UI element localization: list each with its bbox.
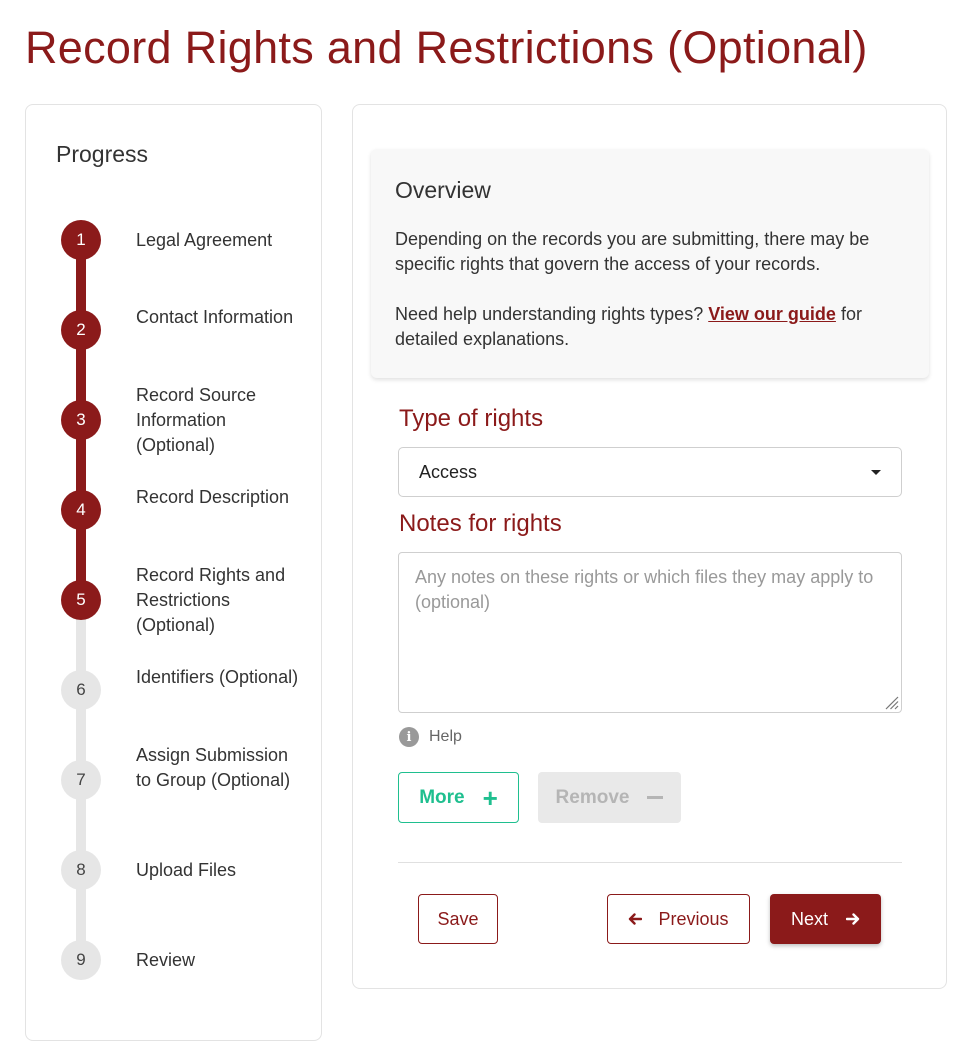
next-button-label: Next (790, 908, 828, 929)
rights-form-card: Overview Depending on the records you ar… (352, 104, 947, 989)
step-label-assign-group[interactable]: Assign Submission to Group (Optional) (136, 743, 306, 793)
save-button-label: Save (437, 908, 479, 929)
step-label-review[interactable]: Review (136, 948, 306, 973)
arrow-right-icon (846, 913, 860, 925)
step-label-record-description[interactable]: Record Description (136, 485, 306, 510)
progress-sidebar: Progress 1 Legal Agreement 2 Contact Inf… (25, 104, 322, 1041)
plus-icon: + (482, 782, 498, 813)
step-circle-2: 2 (61, 310, 101, 350)
previous-button-label: Previous (658, 908, 729, 929)
step-circle-3: 3 (61, 400, 101, 440)
overview-text: Depending on the records you are submitt… (395, 227, 905, 352)
step-label-upload-files[interactable]: Upload Files (136, 858, 306, 883)
next-button[interactable]: Next (770, 894, 881, 944)
step-label-record-source-information[interactable]: Record Source Information (Optional) (136, 383, 306, 458)
resize-handle-icon[interactable] (883, 694, 899, 710)
step-label-contact-information[interactable]: Contact Information (136, 305, 306, 330)
step-circle-4: 4 (61, 490, 101, 530)
previous-button[interactable]: Previous (607, 894, 750, 944)
remove-button[interactable]: Remove (538, 772, 681, 823)
overview-help-text: Need help understanding rights types? (395, 304, 704, 324)
minus-icon (647, 796, 664, 799)
step-circle-7: 7 (61, 760, 101, 800)
overview-paragraph-2: Need help understanding rights types? Vi… (395, 302, 905, 352)
step-circle-9: 9 (61, 940, 101, 980)
more-button[interactable]: More + (398, 772, 519, 823)
info-icon: i (399, 727, 419, 747)
step-label-record-rights[interactable]: Record Rights and Restrictions (Optional… (136, 563, 306, 638)
notes-for-rights-label: Notes for rights (399, 510, 562, 537)
divider (398, 862, 902, 863)
view-guide-link[interactable]: View our guide (708, 304, 836, 324)
step-circle-1: 1 (61, 220, 101, 260)
overview-paragraph-1: Depending on the records you are submitt… (395, 229, 870, 274)
notes-placeholder: Any notes on these rights or which files… (415, 567, 874, 612)
progress-title: Progress (56, 141, 149, 167)
overview-title: Overview (395, 177, 491, 203)
arrow-left-icon (629, 913, 643, 925)
help-label: Help (429, 728, 462, 745)
step-circle-6: 6 (61, 670, 101, 710)
more-button-label: More (419, 786, 465, 808)
step-circle-5: 5 (61, 580, 101, 620)
caret-down-icon (871, 470, 881, 475)
save-button[interactable]: Save (418, 894, 498, 944)
step-label-legal-agreement[interactable]: Legal Agreement (136, 228, 306, 253)
step-label-identifiers[interactable]: Identifiers (Optional) (136, 665, 306, 690)
type-of-rights-label: Type of rights (399, 405, 544, 432)
type-of-rights-select[interactable]: Access (398, 447, 902, 497)
type-of-rights-value: Access (419, 461, 478, 482)
notes-for-rights-textarea[interactable]: Any notes on these rights or which files… (398, 552, 902, 713)
overview-panel: Overview Depending on the records you ar… (371, 149, 929, 378)
help-toggle[interactable]: i Help (399, 727, 462, 747)
page-title: Record Rights and Restrictions (Optional… (25, 22, 868, 73)
step-circle-8: 8 (61, 850, 101, 890)
remove-button-label: Remove (555, 786, 630, 808)
